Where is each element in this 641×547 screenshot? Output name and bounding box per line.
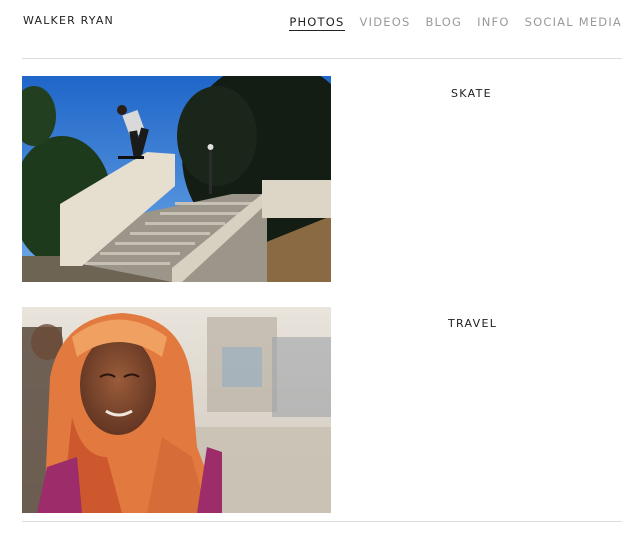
nav-videos[interactable]: VIDEOS xyxy=(360,15,411,31)
nav-blog[interactable]: BLOG xyxy=(425,15,462,31)
header-divider xyxy=(22,58,622,59)
skate-thumbnail[interactable] xyxy=(22,76,331,282)
travel-thumbnail[interactable] xyxy=(22,307,331,513)
nav-photos[interactable]: PHOTOS xyxy=(289,15,345,31)
skate-photo xyxy=(22,76,331,282)
nav-social-media[interactable]: SOCIAL MEDIA xyxy=(525,15,622,31)
travel-photo xyxy=(22,307,331,513)
category-travel[interactable]: TRAVEL xyxy=(448,317,497,330)
site-title[interactable]: WALKER RYAN xyxy=(23,14,114,27)
category-skate[interactable]: SKATE xyxy=(451,87,492,100)
nav-info[interactable]: INFO xyxy=(477,15,509,31)
main-nav: PHOTOS VIDEOS BLOG INFO SOCIAL MEDIA xyxy=(289,15,622,31)
footer-divider xyxy=(22,521,622,522)
